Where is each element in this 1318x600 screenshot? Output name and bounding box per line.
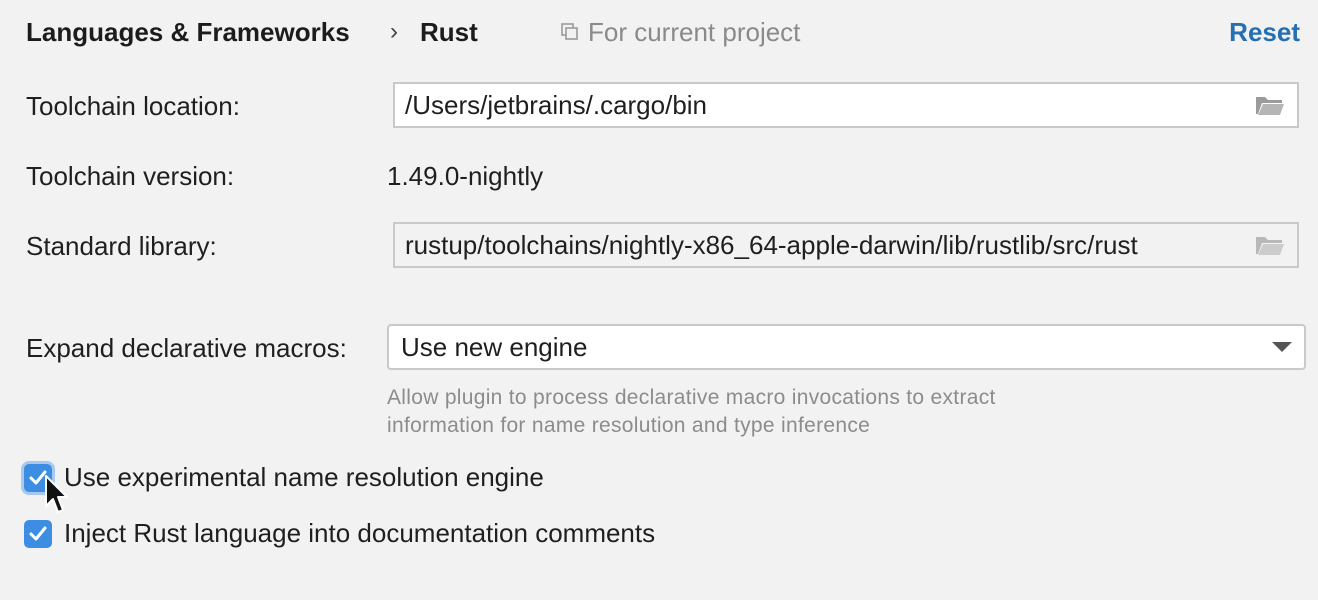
- toolchain-location-value[interactable]: /Users/jetbrains/.cargo/bin: [405, 90, 1247, 121]
- mouse-cursor-icon: [45, 475, 68, 513]
- inject-rust-label[interactable]: Inject Rust language into documentation …: [64, 518, 655, 549]
- inject-rust-option[interactable]: Inject Rust language into documentation …: [24, 518, 655, 549]
- scope-indicator: For current project: [560, 14, 800, 50]
- toolchain-location-label: Toolchain location:: [26, 91, 240, 121]
- expand-macros-selected[interactable]: Use new engine: [401, 332, 1272, 363]
- hint-line-2: information for name resolution and type…: [387, 414, 871, 437]
- chevron-down-icon[interactable]: [1272, 342, 1292, 352]
- expand-macros-label: Expand declarative macros:: [26, 333, 347, 363]
- reset-link[interactable]: Reset: [1229, 14, 1300, 50]
- copy-icon: [561, 23, 578, 40]
- standard-library-value[interactable]: rustup/toolchains/nightly-x86_64-apple-d…: [405, 230, 1247, 261]
- experimental-name-resolution-label[interactable]: Use experimental name resolution engine: [64, 462, 544, 493]
- standard-library-field[interactable]: rustup/toolchains/nightly-x86_64-apple-d…: [393, 222, 1299, 268]
- toolchain-version-label: Toolchain version:: [26, 161, 235, 191]
- checkmark-icon: [29, 526, 47, 540]
- folder-icon[interactable]: [1255, 94, 1285, 116]
- page-title: Rust: [420, 17, 478, 47]
- scope-label: For current project: [588, 16, 801, 47]
- inject-rust-checkbox[interactable]: [24, 519, 52, 548]
- breadcrumb-separator-icon: ›: [390, 18, 398, 45]
- hint-line-1: Allow plugin to process declarative macr…: [387, 386, 996, 409]
- toolchain-version-value: 1.49.0-nightly: [387, 161, 544, 191]
- breadcrumb-parent[interactable]: Languages & Frameworks: [26, 14, 350, 50]
- standard-library-label: Standard library:: [26, 231, 217, 261]
- toolchain-location-field[interactable]: /Users/jetbrains/.cargo/bin: [393, 82, 1299, 128]
- folder-icon[interactable]: [1255, 234, 1285, 256]
- expand-macros-hint: Allow plugin to process declarative macr…: [387, 384, 1147, 440]
- expand-macros-dropdown[interactable]: Use new engine: [387, 324, 1306, 370]
- rust-settings-panel: Languages & Frameworks › Rust For curren…: [0, 0, 1318, 600]
- experimental-name-resolution-option[interactable]: Use experimental name resolution engine: [24, 462, 544, 493]
